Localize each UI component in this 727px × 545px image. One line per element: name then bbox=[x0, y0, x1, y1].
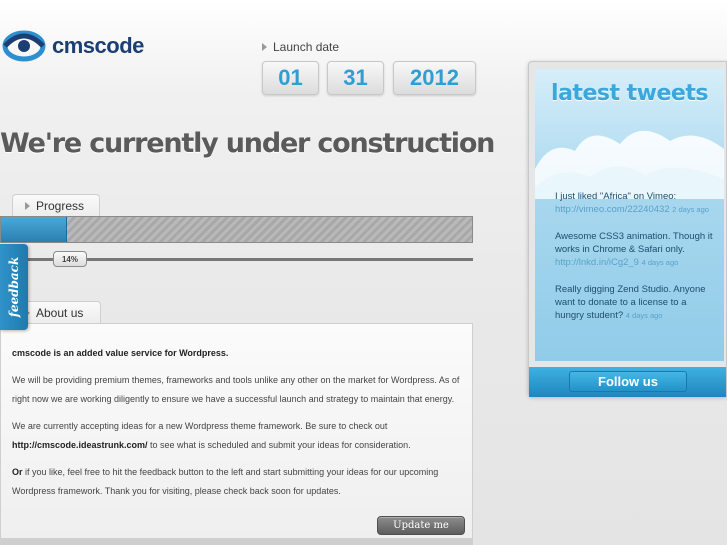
tweet-list: I just liked "Africa" on Vimeo: http://v… bbox=[555, 190, 715, 336]
launch-month: 01 bbox=[262, 61, 319, 95]
triangle-icon bbox=[25, 202, 30, 210]
about-tab-label: About us bbox=[36, 306, 84, 320]
logo[interactable]: cmscode bbox=[2, 28, 144, 64]
launch-day: 31 bbox=[327, 61, 384, 95]
logo-text: cmscode bbox=[52, 33, 144, 58]
ideastrunk-link[interactable]: http://cmscode.ideastrunk.com/ bbox=[12, 440, 148, 450]
launch-date-text: Launch date bbox=[273, 40, 340, 54]
feedback-button[interactable]: feedback bbox=[0, 244, 28, 330]
tweet-item: Awesome CSS3 animation. Though it works … bbox=[555, 231, 713, 268]
progress-fill bbox=[1, 217, 67, 242]
about-paragraph-3: Or if you like, feel free to hit the fee… bbox=[12, 466, 439, 497]
about-panel: cmscode is an added value service for Wo… bbox=[0, 323, 473, 539]
about-intro: cmscode is an added value service for Wo… bbox=[12, 348, 229, 358]
progress-percent-badge: 14% bbox=[53, 251, 87, 267]
about-paragraph-2: We are currently accepting ideas for a n… bbox=[12, 420, 411, 451]
tweet-time: 4 days ago bbox=[625, 311, 663, 320]
update-me-button[interactable]: Update me bbox=[377, 516, 465, 535]
feedback-label: feedback bbox=[7, 256, 21, 318]
launch-year: 2012 bbox=[393, 61, 476, 95]
tweet-link[interactable]: http://lnkd.in/iCg2_9 bbox=[555, 257, 639, 268]
tweet-time: 4 days ago bbox=[641, 258, 679, 267]
cmscode-logo-icon bbox=[2, 28, 46, 64]
page-title: We're currently under construction bbox=[0, 128, 495, 159]
tweet-item: I just liked "Africa" on Vimeo: http://v… bbox=[555, 191, 709, 215]
tweet-link[interactable]: http://vimeo.com/22240432 bbox=[555, 204, 670, 215]
progress-tab-label: Progress bbox=[36, 199, 85, 213]
tweet-time: 2 days ago bbox=[672, 205, 709, 214]
about-paragraph-1: We will be providing premium themes, fra… bbox=[12, 374, 460, 405]
tweets-title: latest tweets bbox=[551, 81, 708, 106]
clouds-icon bbox=[535, 130, 724, 199]
tweet-item: Really digging Zend Studio. Anyone want … bbox=[555, 284, 706, 321]
tweets-sidebar: latest tweets I just liked "Africa" on V… bbox=[528, 61, 727, 397]
progress-tab: Progress bbox=[12, 194, 100, 217]
tweets-panel: latest tweets I just liked "Africa" on V… bbox=[535, 69, 724, 361]
follow-us-button[interactable]: Follow us bbox=[569, 371, 687, 392]
launch-date-label: Launch date bbox=[262, 40, 339, 54]
follow-bar: Follow us bbox=[529, 367, 726, 397]
triangle-icon bbox=[262, 43, 267, 51]
progress-bar bbox=[0, 216, 473, 243]
footer-bar bbox=[0, 539, 473, 545]
